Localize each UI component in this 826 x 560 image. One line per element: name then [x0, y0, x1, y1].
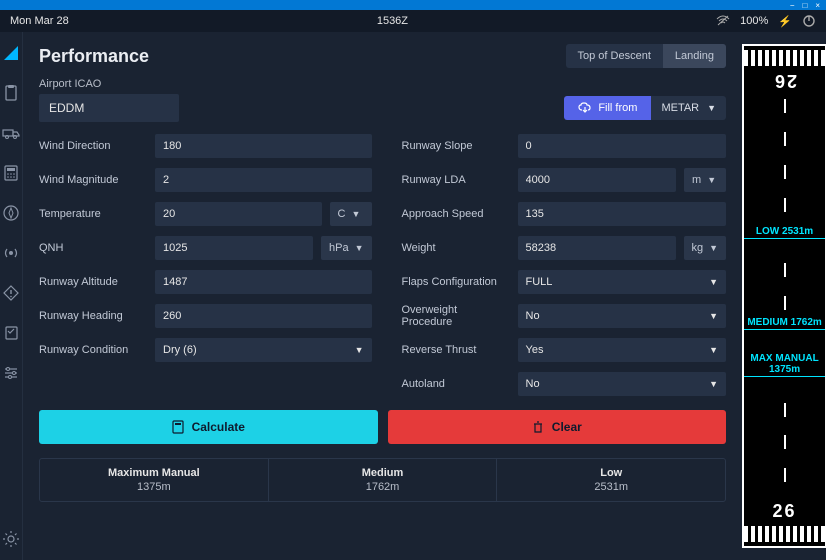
content-area: Performance Top of Descent Landing Airpo… — [23, 32, 742, 560]
runway-altitude-label: Runway Altitude — [39, 276, 147, 288]
radio-icon[interactable] — [0, 242, 22, 264]
runway-heading-label: Runway Heading — [39, 310, 147, 322]
window-titlebar: − □ × — [0, 0, 826, 10]
status-bar: Mon Mar 28 1536Z 100% ⚡ — [0, 10, 826, 32]
plug-icon: ⚡ — [778, 15, 792, 28]
chevron-down-icon: ▼ — [709, 243, 718, 253]
sliders-icon[interactable] — [0, 362, 22, 384]
qnh-input[interactable] — [155, 236, 313, 260]
truck-icon[interactable] — [0, 122, 22, 144]
result-medium: Medium 1762m — [269, 459, 498, 501]
tab-landing[interactable]: Landing — [663, 44, 726, 68]
overweight-label: Overweight Procedure — [402, 304, 510, 328]
reverse-thrust-label: Reverse Thrust — [402, 344, 510, 356]
temperature-unit-select[interactable]: C▼ — [330, 202, 372, 226]
gear-icon[interactable] — [0, 528, 22, 550]
tab-top-of-descent[interactable]: Top of Descent — [566, 44, 663, 68]
airport-icao-input[interactable] — [39, 94, 179, 122]
chevron-down-icon: ▼ — [351, 209, 360, 219]
wind-magnitude-input[interactable] — [155, 168, 372, 192]
runway-threshold-bottom — [744, 522, 825, 546]
clear-button[interactable]: Clear — [388, 410, 727, 444]
runway-marker-medium: MEDIUM 1762m — [744, 317, 825, 330]
calculate-button[interactable]: Calculate — [39, 410, 378, 444]
logo-icon[interactable] — [0, 42, 22, 64]
chevron-down-icon: ▼ — [707, 175, 716, 185]
result-low: Low 2531m — [497, 459, 725, 501]
weight-label: Weight — [402, 242, 510, 254]
reverse-thrust-select[interactable]: Yes▼ — [518, 338, 727, 362]
clipboard-icon[interactable] — [0, 82, 22, 104]
chevron-down-icon: ▼ — [355, 345, 364, 355]
fill-source-select[interactable]: METAR ▼ — [651, 96, 726, 120]
warning-icon[interactable] — [0, 282, 22, 304]
runway-slope-input[interactable] — [518, 134, 727, 158]
runway-designator-top: 26 — [773, 70, 797, 91]
runway-lda-input[interactable] — [518, 168, 677, 192]
trash-icon — [532, 420, 544, 434]
wind-magnitude-label: Wind Magnitude — [39, 174, 147, 186]
fill-from-button[interactable]: Fill from — [564, 96, 651, 120]
compass-icon[interactable] — [0, 202, 22, 224]
close-icon[interactable]: × — [815, 1, 820, 10]
maximize-icon[interactable]: □ — [802, 1, 807, 10]
flaps-select[interactable]: FULL▼ — [518, 270, 727, 294]
checklist-icon[interactable] — [0, 322, 22, 344]
wind-direction-label: Wind Direction — [39, 140, 147, 152]
approach-speed-input[interactable] — [518, 202, 727, 226]
power-icon[interactable] — [802, 14, 816, 28]
minimize-icon[interactable]: − — [790, 1, 795, 10]
runway-lda-label: Runway LDA — [402, 174, 510, 186]
autoland-select[interactable]: No▼ — [518, 372, 727, 396]
weight-input[interactable] — [518, 236, 676, 260]
tab-switch: Top of Descent Landing — [566, 44, 727, 68]
chevron-down-icon: ▼ — [709, 311, 718, 321]
chevron-down-icon: ▼ — [707, 103, 716, 113]
wind-direction-input[interactable] — [155, 134, 372, 158]
lda-unit-select[interactable]: m▼ — [684, 168, 726, 192]
status-zulu: 1536Z — [377, 15, 408, 27]
autoland-label: Autoland — [402, 378, 510, 390]
qnh-unit-select[interactable]: hPa▼ — [321, 236, 372, 260]
overweight-select[interactable]: No▼ — [518, 304, 727, 328]
runway-diagram: 26 LOW 2531m MEDIUM 1762m MAX MANUAL 137… — [742, 44, 826, 548]
runway-threshold-top — [744, 46, 825, 70]
flaps-label: Flaps Configuration — [402, 276, 510, 288]
runway-slope-label: Runway Slope — [402, 140, 510, 152]
results-panel: Maximum Manual 1375m Medium 1762m Low 25… — [39, 458, 726, 502]
runway-condition-label: Runway Condition — [39, 344, 147, 356]
result-max-manual: Maximum Manual 1375m — [40, 459, 269, 501]
chevron-down-icon: ▼ — [709, 379, 718, 389]
calculator-icon — [172, 420, 184, 434]
temperature-input[interactable] — [155, 202, 322, 226]
cloud-download-icon — [578, 102, 592, 114]
chevron-down-icon: ▼ — [709, 345, 718, 355]
runway-marker-max: MAX MANUAL 1375m — [744, 353, 825, 377]
runway-condition-select[interactable]: Dry (6)▼ — [155, 338, 372, 362]
temperature-label: Temperature — [39, 208, 147, 220]
runway-designator-bottom: 26 — [773, 501, 797, 522]
runway-marker-low: LOW 2531m — [744, 226, 825, 239]
icao-label: Airport ICAO — [39, 78, 726, 90]
weight-unit-select[interactable]: kg▼ — [684, 236, 727, 260]
status-date: Mon Mar 28 — [10, 15, 69, 27]
sidebar — [0, 32, 23, 560]
runway-altitude-input[interactable] — [155, 270, 372, 294]
qnh-label: QNH — [39, 242, 147, 254]
status-battery: 100% — [740, 15, 768, 27]
chevron-down-icon: ▼ — [709, 277, 718, 287]
page-title: Performance — [39, 46, 149, 67]
calculator-icon[interactable] — [0, 162, 22, 184]
wifi-icon — [716, 15, 730, 27]
approach-speed-label: Approach Speed — [402, 208, 510, 220]
chevron-down-icon: ▼ — [355, 243, 364, 253]
runway-heading-input[interactable] — [155, 304, 372, 328]
